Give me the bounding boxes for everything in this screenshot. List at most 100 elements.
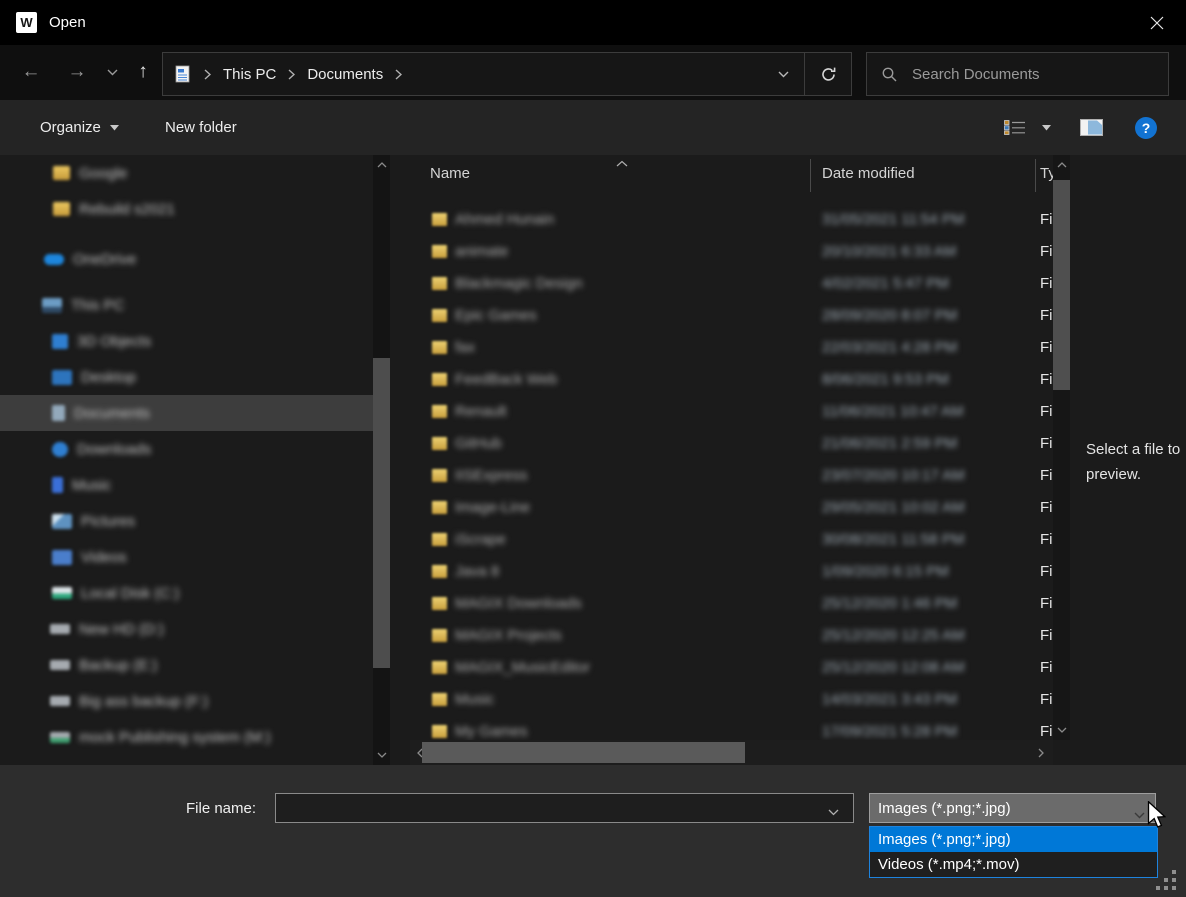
sidebar-item[interactable]: New HD (D:) [0, 611, 373, 647]
sidebar-item[interactable]: Documents [0, 395, 373, 431]
sidebar-item[interactable]: 3D Objects [0, 323, 373, 359]
scroll-down-button[interactable] [373, 747, 390, 763]
file-name: fax [455, 339, 475, 356]
sidebar-item[interactable]: Pictures [0, 503, 373, 539]
file-list: Name Date modified Type Ahmed Hunain 31/… [410, 155, 1053, 740]
preview-pane: Select a file to preview. [1070, 155, 1186, 740]
sidebar-item-label: Desktop [81, 369, 136, 386]
search-input[interactable] [910, 65, 1140, 84]
scrollbar-thumb[interactable] [1053, 180, 1070, 390]
preview-pane-button[interactable] [1076, 100, 1106, 155]
sidebar-item-label: Local Disk (C:) [81, 585, 179, 602]
file-type: File folder [1040, 339, 1053, 356]
file-date-modified: 21/06/2021 2:59 PM [822, 435, 957, 452]
chevron-up-icon [1057, 162, 1067, 168]
file-date-modified: 30/08/2021 11:58 PM [822, 531, 964, 548]
sidebar-item[interactable]: Local Disk (C:) [0, 575, 373, 611]
file-row[interactable]: Ahmed Hunain 31/05/2021 11:54 PM File fo… [410, 204, 1053, 236]
sidebar-item[interactable]: mock Publishing system (M:) [0, 719, 373, 755]
new-folder-button[interactable]: New folder [165, 100, 237, 155]
refresh-button[interactable] [805, 53, 851, 95]
sidebar-scrollbar[interactable] [373, 155, 390, 765]
file-row[interactable]: Blackmagic Design 4/02/2021 5:47 PM File… [410, 268, 1053, 300]
file-type-combobox[interactable]: Images (*.png;*.jpg) [869, 793, 1156, 823]
file-name: My Games [455, 723, 528, 740]
sidebar-item[interactable]: Big ass backup (F:) [0, 683, 373, 719]
file-row[interactable]: iScrape 30/08/2021 11:58 PM File folder [410, 524, 1053, 556]
sidebar-item[interactable]: Music [0, 467, 373, 503]
file-row[interactable]: Epic Games 28/09/2020 8:07 PM File folde… [410, 300, 1053, 332]
scroll-up-button[interactable] [373, 157, 390, 173]
file-type: File folder [1040, 563, 1053, 580]
file-name-input[interactable] [275, 793, 854, 823]
sidebar-item[interactable]: Downloads [0, 431, 373, 467]
forward-button[interactable]: → [62, 57, 92, 87]
file-name: Blackmagic Design [455, 275, 583, 292]
search-box[interactable] [866, 52, 1169, 96]
breadcrumb-chevron-icon [288, 69, 295, 80]
scroll-down-button[interactable] [1053, 722, 1070, 738]
file-row[interactable]: FeedBack Web 8/06/2021 9:53 PM File fold… [410, 364, 1053, 396]
recent-locations-button[interactable] [97, 57, 127, 87]
folder-icon [432, 693, 447, 706]
column-header-type[interactable]: Type [1040, 165, 1053, 182]
file-row[interactable]: My Games 17/09/2021 5:28 PM File folder [410, 716, 1053, 740]
file-row[interactable]: MAGIX Downloads 25/12/2020 1:46 PM File … [410, 588, 1053, 620]
search-icon [881, 66, 898, 83]
address-history-button[interactable] [762, 53, 804, 95]
file-row[interactable]: Music 14/03/2021 3:43 PM File folder [410, 684, 1053, 716]
scroll-right-button[interactable] [1032, 740, 1050, 765]
column-divider[interactable] [810, 159, 811, 192]
sidebar-item[interactable]: Backup (E:) [0, 647, 373, 683]
file-row[interactable]: GitHub 21/06/2021 2:59 PM File folder [410, 428, 1053, 460]
file-type-option[interactable]: Videos (*.mp4;*.mov) [870, 852, 1157, 877]
help-button[interactable]: ? [1130, 100, 1162, 155]
close-button[interactable] [1128, 0, 1186, 45]
forward-arrow-icon: → [68, 61, 87, 83]
file-type: File folder [1040, 723, 1053, 740]
file-list-vertical-scrollbar[interactable] [1053, 155, 1070, 740]
scroll-up-button[interactable] [1053, 157, 1070, 173]
file-row[interactable]: MAGIX Projects 25/12/2020 12:25 AM File … [410, 620, 1053, 652]
organize-button[interactable]: Organize [40, 100, 119, 155]
scrollbar-thumb[interactable] [422, 742, 745, 763]
file-row[interactable]: Java 8 1/09/2020 6:15 PM File folder [410, 556, 1053, 588]
window-title: Open [49, 14, 86, 31]
column-header-name[interactable]: Name [430, 165, 470, 182]
file-row[interactable]: animate 20/10/2021 6:33 AM File folder [410, 236, 1053, 268]
file-type: File folder [1040, 211, 1053, 228]
file-name-label: File name: [186, 800, 256, 817]
file-name-dropdown-icon[interactable] [828, 803, 839, 821]
sidebar-item[interactable]: This PC [0, 287, 373, 323]
file-type-option[interactable]: Images (*.png;*.jpg) [870, 827, 1157, 852]
file-row[interactable]: fax 22/03/2021 4:28 PM File folder [410, 332, 1053, 364]
view-mode-dropdown-button[interactable] [1036, 100, 1056, 155]
sidebar-item[interactable]: Google [0, 155, 373, 191]
close-icon [1150, 16, 1164, 30]
column-divider[interactable] [1035, 159, 1036, 192]
file-row[interactable]: Image-Line 29/05/2021 10:02 AM File fold… [410, 492, 1053, 524]
file-list-horizontal-scrollbar[interactable] [410, 740, 1053, 765]
file-row[interactable]: Renault 11/06/2021 10:47 AM File folder [410, 396, 1053, 428]
chevron-down-icon [377, 752, 387, 758]
file-row[interactable]: IISExpress 23/07/2020 10:17 AM File fold… [410, 460, 1053, 492]
column-header-date-modified[interactable]: Date modified [822, 165, 915, 182]
navigation-bar: ← → ↑ This PC Documents [0, 45, 1186, 100]
up-button[interactable]: ↑ [128, 57, 158, 87]
breadcrumb-this-pc[interactable]: This PC [223, 66, 276, 83]
breadcrumb-documents[interactable]: Documents [307, 66, 383, 83]
sidebar-item[interactable]: Videos [0, 539, 373, 575]
sidebar-item[interactable]: OneDrive [0, 241, 373, 277]
folder-icon [432, 277, 447, 290]
file-row[interactable]: MAGIX_MusicEditor 25/12/2020 12:08 AM Fi… [410, 652, 1053, 684]
folder-icon [432, 629, 447, 642]
scrollbar-thumb[interactable] [373, 358, 390, 668]
back-button[interactable]: ← [16, 57, 46, 87]
address-bar[interactable]: This PC Documents [162, 52, 852, 96]
file-date-modified: 25/12/2020 12:25 AM [822, 627, 965, 644]
sidebar-item-icon [50, 696, 70, 706]
view-mode-button[interactable] [998, 100, 1032, 155]
sidebar-item[interactable]: Rebuild s2021 [0, 191, 373, 227]
sidebar-item[interactable]: Desktop [0, 359, 373, 395]
sidebar-item-label: Big ass backup (F:) [79, 693, 208, 710]
